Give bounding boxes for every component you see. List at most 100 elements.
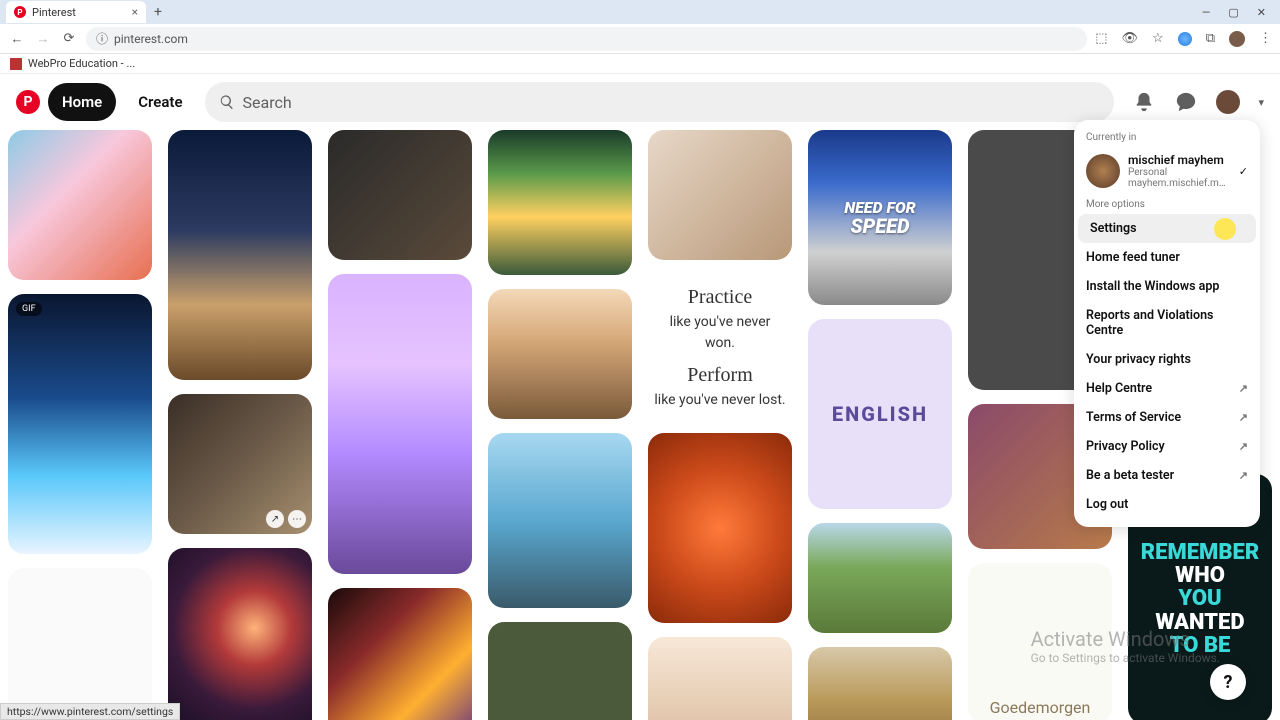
- pin[interactable]: [8, 568, 152, 720]
- pin[interactable]: [328, 588, 472, 720]
- menu-item-log-out[interactable]: Log out: [1074, 490, 1260, 519]
- pin[interactable]: NEED FOR SPEED: [808, 130, 952, 305]
- pin[interactable]: [488, 433, 632, 608]
- browser-tab[interactable]: P Pinterest ×: [6, 1, 146, 23]
- pin[interactable]: [808, 647, 952, 720]
- menu-item-label: Log out: [1086, 497, 1128, 512]
- search-input[interactable]: Search: [205, 82, 1115, 122]
- menu-item-privacy-policy[interactable]: Privacy Policy ↗: [1074, 432, 1260, 461]
- nav-create[interactable]: Create: [124, 83, 196, 121]
- status-bar: https://www.pinterest.com/settings: [0, 703, 180, 720]
- header-actions: ▾: [1122, 90, 1264, 114]
- menu-item-label: Help Centre: [1086, 381, 1152, 396]
- site-info-icon[interactable]: ⓘ: [96, 30, 108, 47]
- menu-item-help-centre[interactable]: Help Centre ↗: [1074, 374, 1260, 403]
- menu-item-home-feed-tuner[interactable]: Home feed tuner: [1074, 243, 1260, 272]
- menu-item-your-privacy-rights[interactable]: Your privacy rights: [1074, 345, 1260, 374]
- pin-controls: ↗⋯: [266, 510, 306, 528]
- pin[interactable]: [168, 130, 312, 380]
- menu-item-terms-of-service[interactable]: Terms of Service↗: [1074, 403, 1260, 432]
- reload-button[interactable]: ⟳: [60, 30, 78, 48]
- address-bar: ← → ⟳ ⓘ pinterest.com ⬚ 👁 ☆ ⧉ ⋮: [0, 24, 1280, 54]
- menu-item-label: Settings: [1090, 221, 1137, 236]
- external-link-icon: ↗: [1239, 440, 1248, 453]
- quote-text: Practicelike you've never won. Performli…: [654, 282, 786, 411]
- dropdown-section-more-options: More options: [1074, 195, 1260, 214]
- account-avatar: [1086, 154, 1120, 188]
- pin[interactable]: [648, 637, 792, 720]
- bookmark-favicon: [10, 58, 22, 70]
- pin[interactable]: [808, 523, 952, 633]
- url-input[interactable]: ⓘ pinterest.com: [86, 27, 1087, 51]
- pin[interactable]: [488, 622, 632, 720]
- external-link-icon: ↗: [1239, 411, 1248, 424]
- external-link-icon: ↗: [1239, 382, 1248, 395]
- pin[interactable]: [488, 130, 632, 275]
- back-button[interactable]: ←: [8, 30, 26, 48]
- menu-item-reports-and-violations-centre[interactable]: Reports and Violations Centre: [1074, 301, 1260, 345]
- menu-item-install-the-windows-app[interactable]: Install the Windows app: [1074, 272, 1260, 301]
- install-app-icon[interactable]: ⬚: [1095, 31, 1107, 46]
- extension-icon[interactable]: [1178, 32, 1192, 46]
- pin[interactable]: [648, 130, 792, 260]
- window-controls: — ▢ ✕: [1202, 6, 1274, 19]
- menu-item-label: Privacy Policy: [1086, 439, 1165, 454]
- cursor-highlight: [1214, 218, 1236, 240]
- close-window-icon[interactable]: ✕: [1257, 6, 1266, 19]
- pin[interactable]: ENGLISH: [808, 319, 952, 509]
- eye-off-icon[interactable]: 👁: [1122, 31, 1139, 46]
- nav-home[interactable]: Home: [48, 83, 116, 121]
- url-text: pinterest.com: [114, 32, 188, 46]
- account-row[interactable]: mischief mayhem Personal mayhem.mischief…: [1074, 147, 1260, 195]
- profile-avatar[interactable]: [1216, 90, 1240, 114]
- pin[interactable]: Practicelike you've never won. Performli…: [648, 274, 792, 419]
- notifications-icon[interactable]: [1132, 90, 1156, 114]
- messages-icon[interactable]: [1174, 90, 1198, 114]
- menu-item-settings[interactable]: Settings: [1078, 214, 1256, 243]
- address-bar-actions: ⬚ 👁 ☆ ⧉ ⋮: [1095, 31, 1272, 47]
- minimize-icon[interactable]: —: [1202, 6, 1211, 19]
- extensions-icon[interactable]: ⧉: [1206, 31, 1215, 46]
- bookmarks-bar: WebPro Education - ...: [0, 54, 1280, 74]
- forward-button[interactable]: →: [34, 30, 52, 48]
- menu-item-label: Home feed tuner: [1086, 250, 1180, 265]
- bookmark-item[interactable]: WebPro Education - ...: [28, 57, 135, 70]
- account-menu-toggle[interactable]: ▾: [1258, 96, 1264, 109]
- dropdown-section-currently-in: Currently in: [1074, 128, 1260, 147]
- nike-quote: REMEMBER WHO YOU WANTED TO BE: [1141, 541, 1259, 656]
- pin[interactable]: [328, 130, 472, 260]
- menu-item-be-a-beta-tester[interactable]: Be a beta tester↗: [1074, 461, 1260, 490]
- account-type: Personal: [1128, 167, 1231, 178]
- pinterest-logo[interactable]: P: [16, 90, 40, 114]
- pin[interactable]: [8, 130, 152, 280]
- help-button[interactable]: ?: [1210, 664, 1246, 700]
- pin[interactable]: [328, 274, 472, 574]
- kebab-menu-icon[interactable]: ⋮: [1259, 31, 1272, 46]
- search-icon: [219, 94, 235, 110]
- maximize-icon[interactable]: ▢: [1228, 6, 1238, 19]
- more-icon[interactable]: ⋯: [288, 510, 306, 528]
- tabs-bar: P Pinterest × + — ▢ ✕: [0, 0, 1280, 24]
- pin[interactable]: [168, 548, 312, 720]
- account-name: mischief mayhem: [1128, 153, 1231, 167]
- close-tab-icon[interactable]: ×: [132, 5, 138, 19]
- nfs-text: NEED FOR SPEED: [844, 200, 916, 236]
- pin[interactable]: [488, 289, 632, 419]
- pin[interactable]: ↗⋯: [168, 394, 312, 534]
- gif-badge: GIF: [16, 302, 42, 316]
- menu-item-label: Your privacy rights: [1086, 352, 1191, 367]
- pin[interactable]: Goedemorgen: [968, 563, 1112, 720]
- browser-chrome: P Pinterest × + — ▢ ✕ ← → ⟳ ⓘ pinterest.…: [0, 0, 1280, 75]
- menu-item-label: Reports and Violations Centre: [1086, 308, 1248, 338]
- share-icon[interactable]: ↗: [266, 510, 284, 528]
- account-dropdown: Currently in mischief mayhem Personal ma…: [1074, 120, 1260, 527]
- tab-title: Pinterest: [32, 6, 76, 19]
- new-tab-button[interactable]: +: [150, 4, 166, 20]
- pin[interactable]: GIF: [8, 294, 152, 554]
- bookmark-star-icon[interactable]: ☆: [1152, 31, 1164, 46]
- profile-chip[interactable]: [1229, 31, 1245, 47]
- account-email: mayhem.mischief.mm@g...: [1128, 178, 1231, 189]
- external-link-icon: ↗: [1239, 469, 1248, 482]
- pin[interactable]: [648, 433, 792, 623]
- cat-caption: Goedemorgen: [990, 698, 1091, 717]
